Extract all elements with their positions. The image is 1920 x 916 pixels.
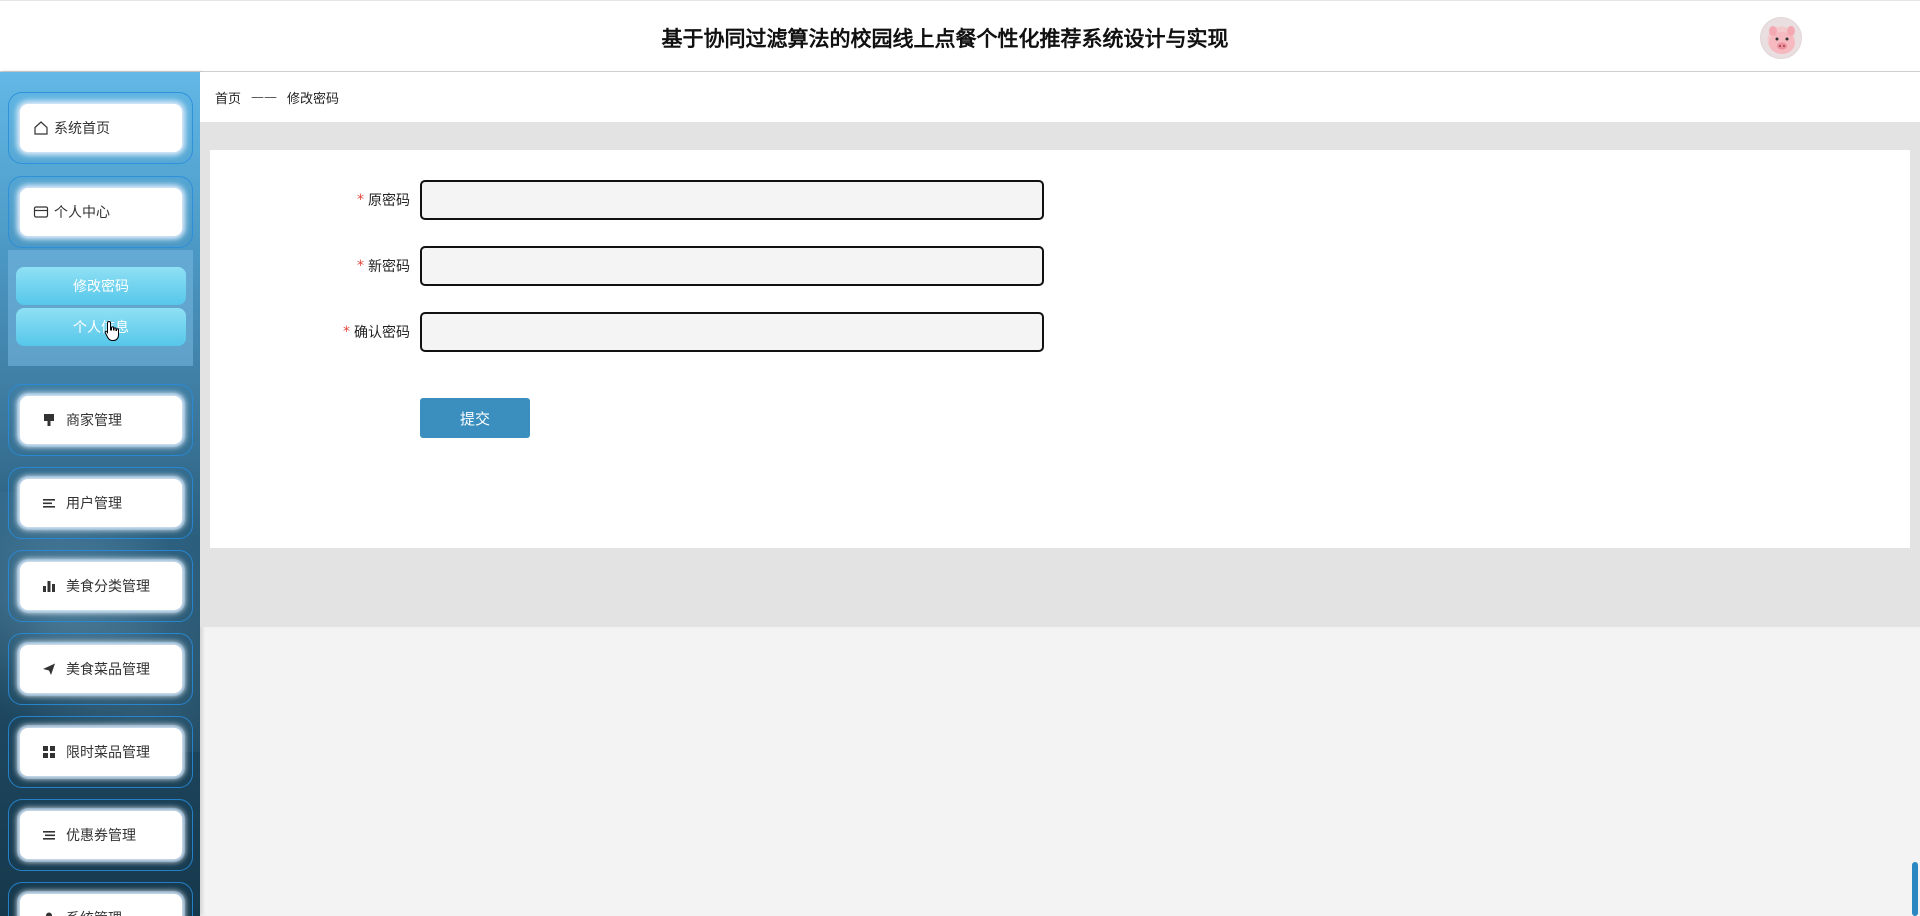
- bar-chart-icon: [40, 577, 58, 595]
- sidebar-item-label: 系统首页: [54, 121, 110, 137]
- top-header: 基于协同过滤算法的校园线上点餐个性化推荐系统设计与实现: [0, 0, 1920, 72]
- form-row-confirm-password: * 确认密码: [210, 312, 1310, 352]
- required-mark: *: [357, 192, 364, 208]
- form-row-old-password: * 原密码: [210, 180, 1310, 220]
- label-text: 原密码: [368, 193, 410, 209]
- sidebar-item-label: 个人中心: [54, 205, 110, 221]
- sidebar-item-label: 用户管理: [66, 496, 122, 512]
- new-password-label: * 新密码: [270, 246, 410, 286]
- sidebar-item-home[interactable]: 系统首页: [20, 104, 182, 152]
- submenu-item-change-password[interactable]: 修改密码: [16, 267, 186, 305]
- label-text: 新密码: [368, 259, 410, 275]
- sidebar-item-label: 商家管理: [66, 413, 122, 429]
- submit-button[interactable]: 提交: [420, 398, 530, 438]
- old-password-input[interactable]: [420, 180, 1044, 220]
- password-form: * 原密码 * 新密码 * 确认密码 提交: [210, 150, 1910, 548]
- submenu-item-label: 修改密码: [73, 279, 129, 295]
- breadcrumb-current: 修改密码: [287, 91, 340, 107]
- sidebar-item-label: 美食分类管理: [66, 579, 150, 595]
- confirm-password-input[interactable]: [420, 312, 1044, 352]
- sidebar: 系统首页 个人中心 修改密码 个人信息 商家管理 用户管理 美食分类管理 美食菜…: [0, 72, 200, 916]
- submenu: 修改密码 个人信息: [8, 250, 193, 366]
- sidebar-item-system[interactable]: 系统管理: [20, 894, 182, 916]
- user-icon: [40, 909, 58, 916]
- new-password-input[interactable]: [420, 246, 1044, 286]
- page-title: 基于协同过滤算法的校园线上点餐个性化推荐系统设计与实现: [661, 27, 1229, 51]
- sidebar-item-label: 美食菜品管理: [66, 662, 150, 678]
- list-icon: [40, 494, 58, 512]
- submenu-item-personal-info[interactable]: 个人信息: [16, 308, 186, 346]
- sidebar-item-users[interactable]: 用户管理: [20, 479, 182, 527]
- form-row-new-password: * 新密码: [210, 246, 1310, 286]
- home-icon: [32, 119, 50, 137]
- sidebar-item-label: 系统管理: [66, 908, 122, 916]
- sidebar-item-dishes[interactable]: 美食菜品管理: [20, 645, 182, 693]
- hand-cursor-icon: [104, 320, 122, 346]
- send-icon: [40, 660, 58, 678]
- label-text: 确认密码: [354, 325, 410, 341]
- scrollbar-thumb[interactable]: [1912, 862, 1918, 916]
- card-icon: [32, 203, 50, 221]
- required-mark: *: [343, 324, 350, 340]
- breadcrumb-separator: ——: [251, 89, 278, 105]
- sidebar-item-personal-center[interactable]: 个人中心: [20, 188, 182, 236]
- shop-icon: [40, 411, 58, 429]
- pig-avatar-icon[interactable]: [1760, 17, 1802, 59]
- sidebar-item-label: 优惠券管理: [66, 828, 136, 844]
- required-mark: *: [357, 258, 364, 274]
- sidebar-item-merchant[interactable]: 商家管理: [20, 396, 182, 444]
- sidebar-item-label: 限时菜品管理: [66, 745, 150, 761]
- breadcrumb-home[interactable]: 首页: [215, 88, 241, 107]
- grid-icon: [40, 743, 58, 761]
- list-icon: [40, 826, 58, 844]
- sidebar-item-limited-dishes[interactable]: 限时菜品管理: [20, 728, 182, 776]
- sidebar-item-coupons[interactable]: 优惠券管理: [20, 811, 182, 859]
- breadcrumb: 首页 —— 修改密码: [200, 72, 1920, 122]
- confirm-password-label: * 确认密码: [270, 312, 410, 352]
- sidebar-item-food-category[interactable]: 美食分类管理: [20, 562, 182, 610]
- old-password-label: * 原密码: [270, 180, 410, 220]
